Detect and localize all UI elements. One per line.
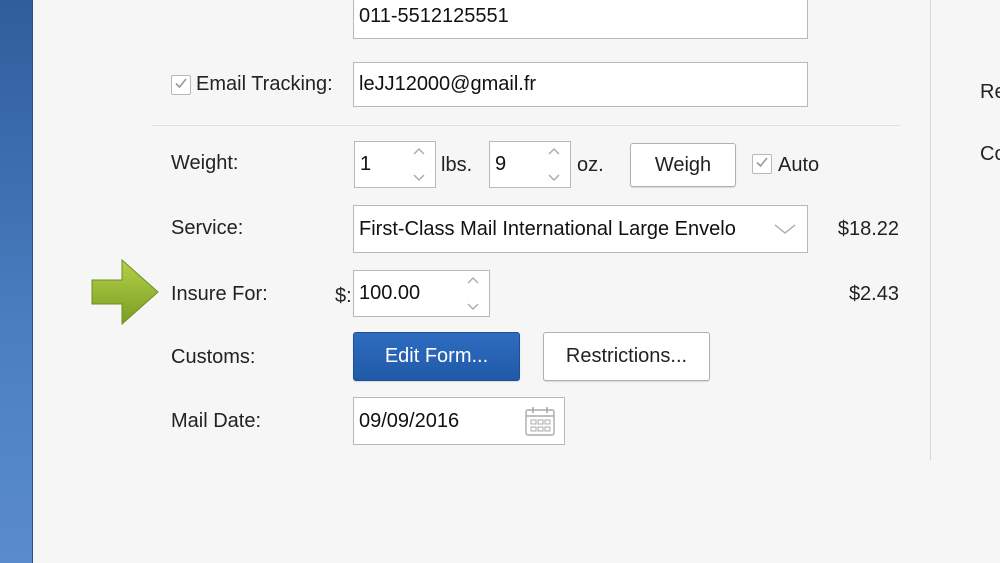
mail-date-label: Mail Date:	[171, 410, 262, 432]
chevron-down-icon[interactable]	[411, 173, 427, 183]
right-panel-label-2: Co	[980, 143, 1000, 165]
checkmark-icon	[173, 75, 189, 96]
email-tracking-checkbox[interactable]	[171, 75, 191, 95]
email-tracking-input[interactable]: leJJ12000@gmail.fr	[353, 62, 808, 107]
chevron-up-icon[interactable]	[465, 275, 481, 285]
email-tracking-label: Email Tracking:	[196, 73, 333, 95]
customs-label: Customs:	[171, 346, 256, 368]
weight-lbs-stepper[interactable]: 1	[354, 141, 436, 188]
calendar-icon[interactable]	[524, 405, 556, 437]
chevron-down-icon	[773, 223, 797, 235]
phone-input[interactable]: 011-5512125551	[353, 0, 808, 39]
restrictions-button[interactable]: Restrictions...	[543, 332, 710, 381]
insure-price: $2.43	[848, 283, 899, 305]
weight-oz-stepper[interactable]: 9	[489, 141, 571, 188]
weigh-button[interactable]: Weigh	[630, 143, 736, 187]
insure-label: Insure For:	[171, 283, 268, 305]
weight-oz-value: 9	[495, 153, 507, 175]
left-sidebar-strip	[0, 0, 33, 563]
mail-date-value: 09/09/2016	[359, 409, 460, 432]
mail-date-input[interactable]: 09/09/2016	[353, 397, 565, 445]
edit-form-button[interactable]: Edit Form...	[353, 332, 520, 381]
weight-lbs-value: 1	[360, 153, 372, 175]
section-divider	[152, 125, 900, 126]
chevron-down-icon[interactable]	[546, 173, 562, 183]
service-select-value: First-Class Mail International Large Env…	[359, 217, 736, 240]
weight-oz-unit: oz.	[577, 154, 604, 176]
weight-label: Weight:	[171, 152, 239, 174]
service-select[interactable]: First-Class Mail International Large Env…	[353, 205, 808, 253]
service-price: $18.22	[837, 218, 899, 240]
email-tracking-value: leJJ12000@gmail.fr	[359, 73, 537, 95]
chevron-down-icon[interactable]	[465, 302, 481, 312]
checkmark-icon	[754, 154, 770, 175]
right-panel-label-1: Re	[980, 81, 1000, 103]
weight-lbs-unit: lbs.	[441, 154, 473, 176]
phone-input-value: 011-5512125551	[359, 5, 509, 27]
insure-currency: $:	[335, 285, 352, 307]
right-arrow-icon	[90, 256, 160, 328]
auto-checkbox[interactable]	[752, 154, 772, 174]
insure-stepper[interactable]: 100.00	[353, 270, 490, 317]
auto-label: Auto	[778, 154, 820, 176]
panel-divider	[930, 0, 931, 460]
chevron-up-icon[interactable]	[546, 146, 562, 156]
insure-value: 100.00	[359, 282, 421, 304]
chevron-up-icon[interactable]	[411, 146, 427, 156]
service-label: Service:	[171, 217, 244, 239]
